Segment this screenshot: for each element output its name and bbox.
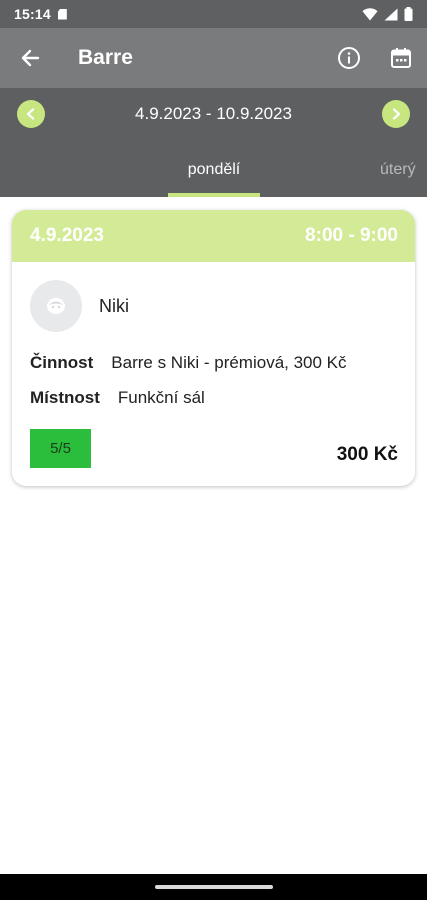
day-tabs: pondělí úterý [0,140,427,197]
session-card-header: 4.9.2023 8:00 - 9:00 [12,210,415,262]
session-card[interactable]: 4.9.2023 8:00 - 9:00 Niki Činnost Barre … [12,210,415,486]
sd-card-icon [57,8,67,20]
arrow-left-icon [21,49,40,67]
trainer-row: Niki [30,280,129,332]
tab-monday[interactable]: pondělí [168,161,260,179]
chevron-right-icon [392,108,401,120]
previous-week-button[interactable] [17,100,45,128]
status-icons [362,7,413,21]
week-navigator: 4.9.2023 - 10.9.2023 [0,88,427,140]
battery-icon [404,7,413,21]
session-price: 300 Kč [336,444,398,465]
status-bar: 15:14 [0,0,427,28]
back-button[interactable] [0,28,60,88]
signal-icon [384,8,398,20]
capacity-badge: 5/5 [30,429,91,468]
calendar-button[interactable] [375,28,427,88]
avatar [30,280,82,332]
room-row: Místnost Funkční sál [30,388,205,408]
info-icon [338,47,360,69]
wifi-icon [362,7,378,20]
info-button[interactable] [323,28,375,88]
page-title: Barre [78,46,133,69]
system-nav-bar [0,874,427,900]
status-time: 15:14 [14,6,51,22]
week-range: 4.9.2023 - 10.9.2023 [135,104,292,123]
next-week-button[interactable] [381,100,410,128]
activity-value: Barre s Niki - prémiová, 300 Kč [111,353,347,372]
room-value: Funkční sál [117,388,205,407]
chevron-left-icon [26,108,35,120]
session-date: 4.9.2023 [30,225,104,246]
trainer-name: Niki [99,295,129,316]
session-time: 8:00 - 9:00 [305,225,398,246]
activity-row: Činnost Barre s Niki - prémiová, 300 Kč [30,353,347,373]
home-handle[interactable] [154,885,273,889]
activity-label: Činnost [30,353,94,372]
room-label: Místnost [30,388,100,407]
avatar-placeholder-icon [47,298,65,314]
tab-indicator [168,193,260,197]
tab-tuesday[interactable]: úterý [380,161,416,179]
app-bar: Barre [0,28,427,88]
calendar-icon [391,48,411,68]
